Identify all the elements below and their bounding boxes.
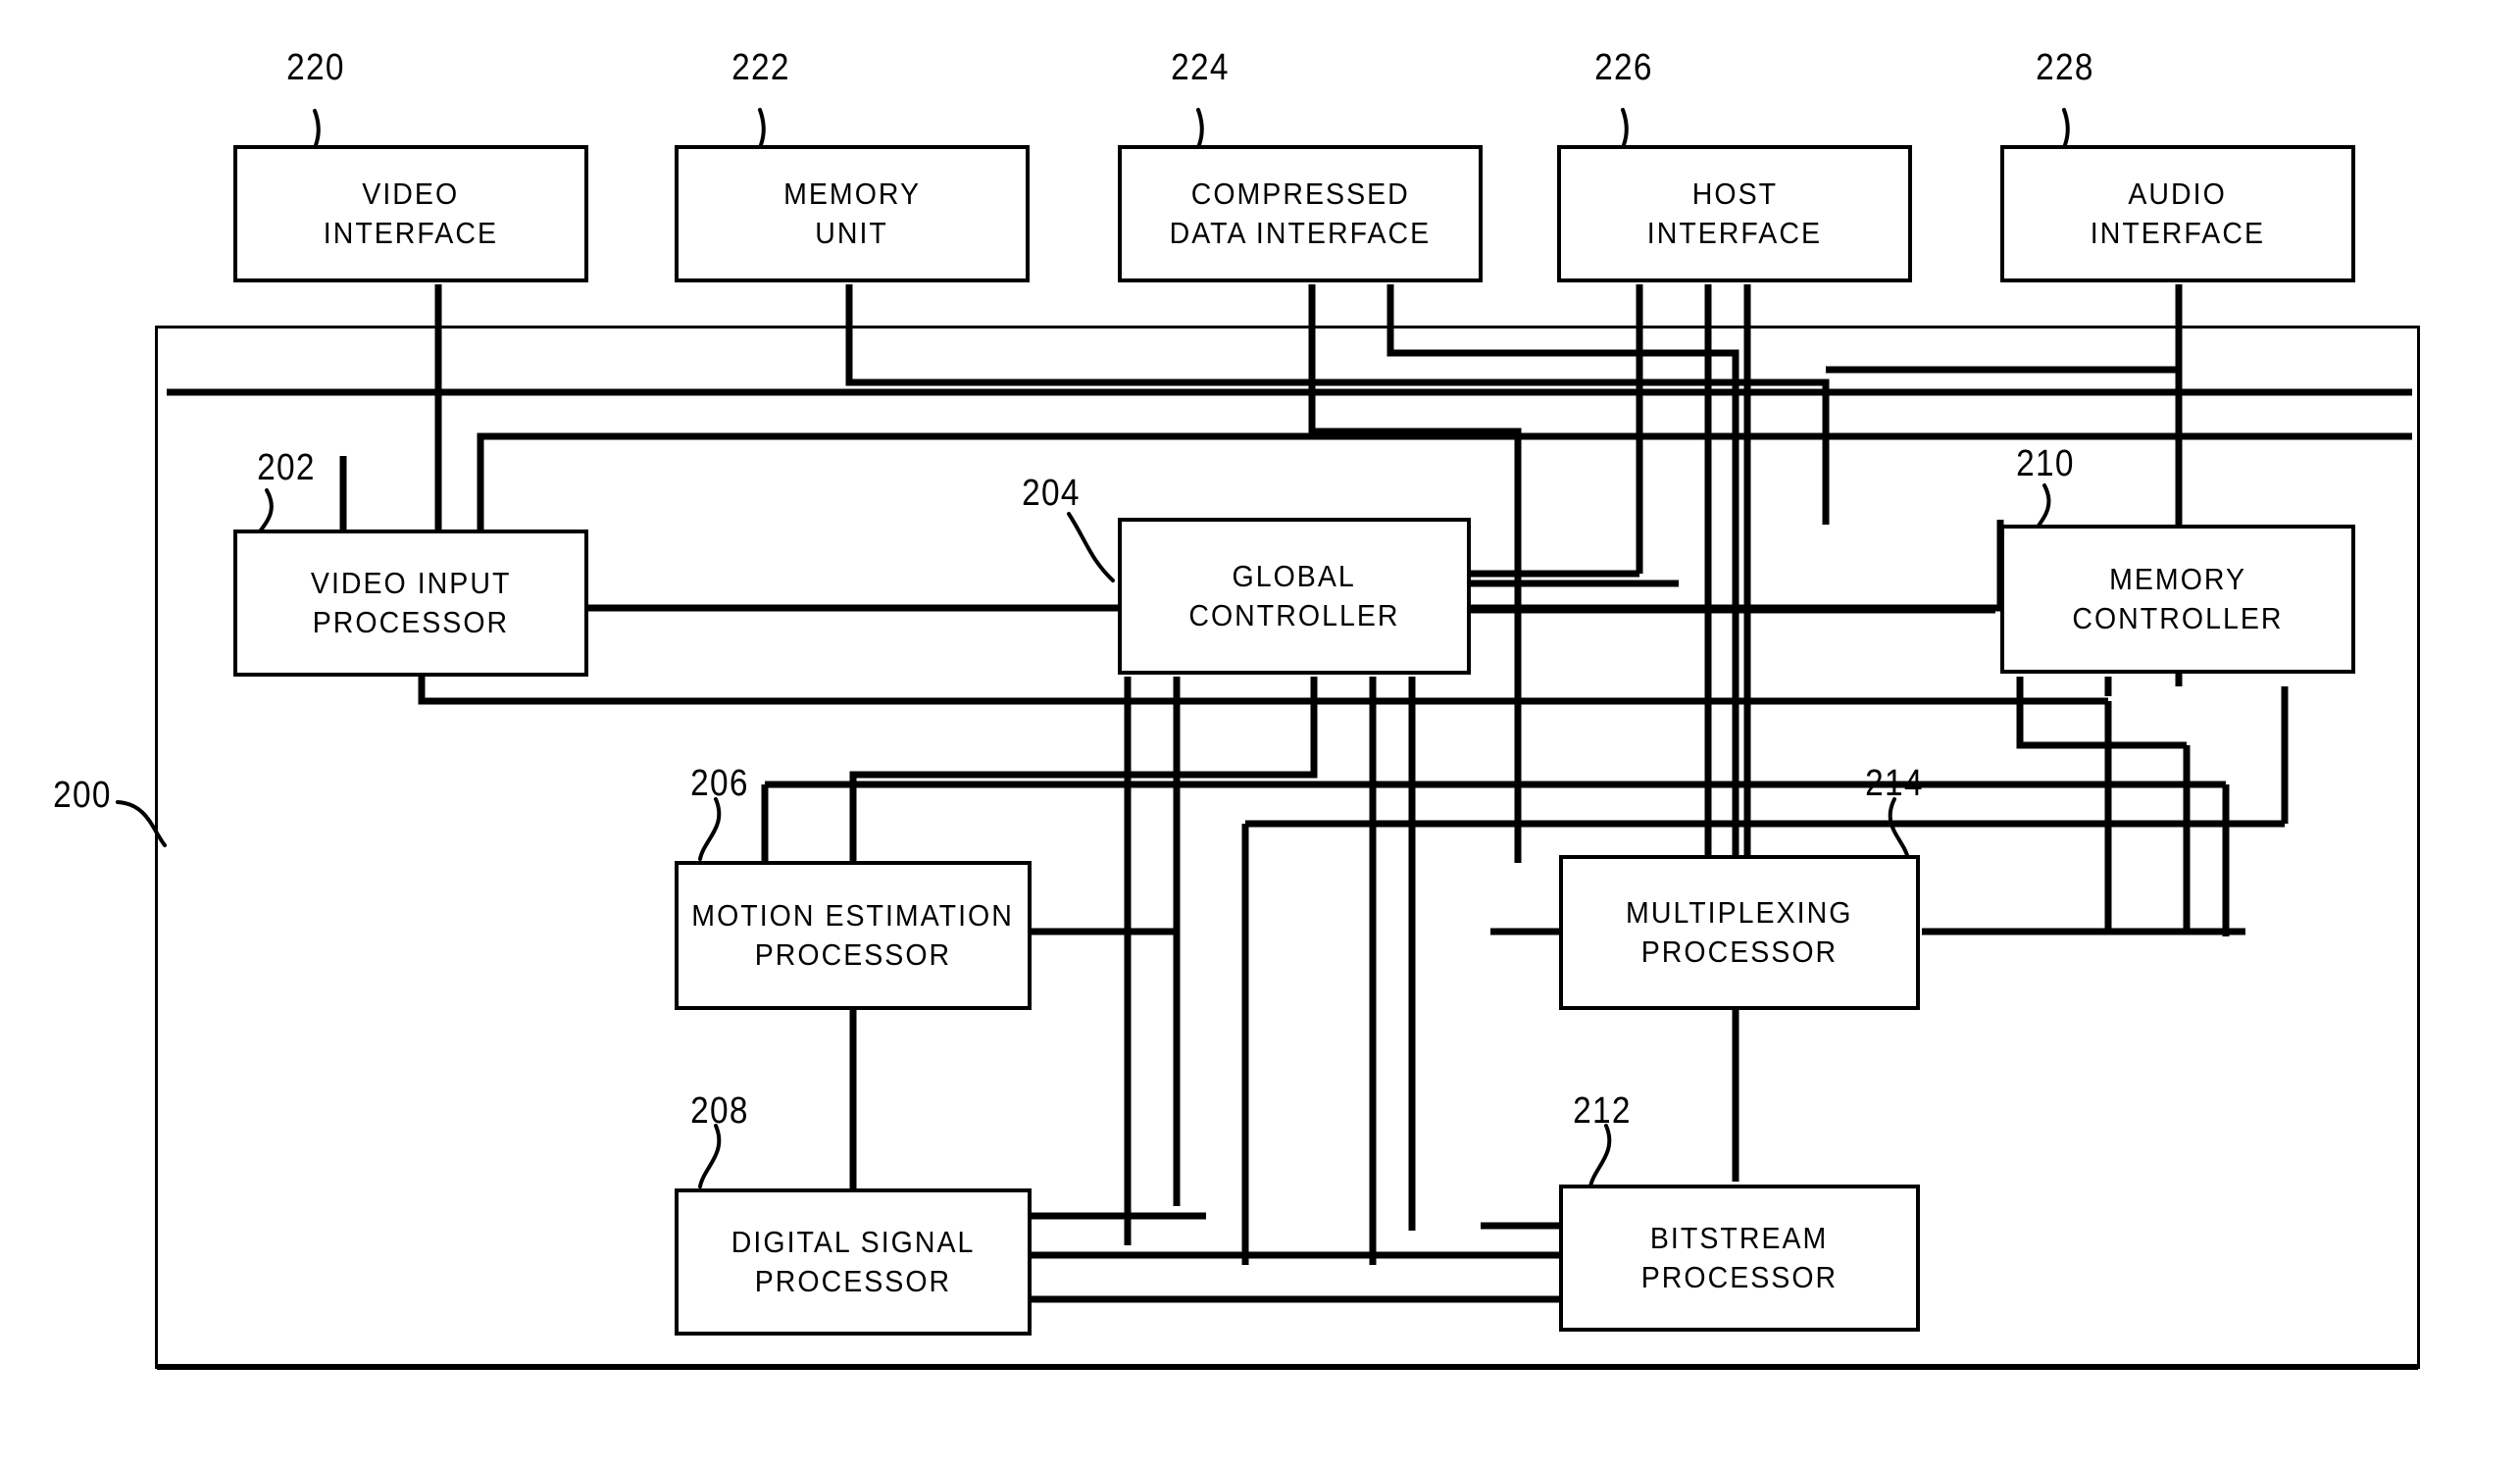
block-label-line1: HOST <box>1691 176 1778 211</box>
ref-208: 208 <box>690 1090 749 1132</box>
block-audio-interface[interactable]: AUDIO INTERFACE <box>2000 145 2355 282</box>
ref-224: 224 <box>1171 47 1230 88</box>
block-multiplexing-processor[interactable]: MULTIPLEXING PROCESSOR <box>1559 855 1920 1010</box>
block-label-line2: PROCESSOR <box>754 1264 952 1298</box>
block-label-line1: AUDIO <box>2128 176 2228 211</box>
block-label-line1: MEMORY <box>783 176 921 211</box>
block-host-interface[interactable]: HOST INTERFACE <box>1557 145 1912 282</box>
block-label-line1: VIDEO <box>362 176 460 211</box>
block-memory-unit[interactable]: MEMORY UNIT <box>675 145 1030 282</box>
block-compressed-data-interface[interactable]: COMPRESSED DATA INTERFACE <box>1118 145 1483 282</box>
ref-220: 220 <box>286 47 345 88</box>
block-label-line2: CONTROLLER <box>2072 601 2284 635</box>
block-label-line2: PROCESSOR <box>1640 934 1839 969</box>
ref-202: 202 <box>257 447 316 488</box>
ref-204: 204 <box>1022 473 1081 514</box>
ref-200-system: 200 <box>53 775 112 816</box>
block-label-line1: COMPRESSED <box>1190 176 1410 211</box>
block-digital-signal-processor[interactable]: DIGITAL SIGNAL PROCESSOR <box>675 1188 1032 1336</box>
block-label-line1: VIDEO INPUT <box>310 565 512 600</box>
ref-210: 210 <box>2016 443 2075 484</box>
block-video-interface[interactable]: VIDEO INTERFACE <box>233 145 588 282</box>
block-motion-estimation-processor[interactable]: MOTION ESTIMATION PROCESSOR <box>675 861 1032 1010</box>
block-label-line2: UNIT <box>815 216 889 250</box>
block-video-input-processor[interactable]: VIDEO INPUT PROCESSOR <box>233 530 588 677</box>
block-label-line2: INTERFACE <box>1646 216 1823 250</box>
block-label-line2: INTERFACE <box>2090 216 2266 250</box>
ref-228: 228 <box>2036 47 2094 88</box>
block-label-line1: BITSTREAM <box>1650 1220 1829 1255</box>
block-label-line1: MEMORY <box>2109 561 2246 596</box>
figure-canvas: VIDEO INTERFACE 220 MEMORY UNIT 222 COMP… <box>0 0 2520 1464</box>
block-label-line1: MULTIPLEXING <box>1626 894 1853 930</box>
block-label-line1: DIGITAL SIGNAL <box>731 1224 976 1259</box>
ref-222: 222 <box>731 47 790 88</box>
chip-boundary-200 <box>155 326 2420 1369</box>
block-global-controller[interactable]: GLOBAL CONTROLLER <box>1118 518 1471 675</box>
block-label-line2: INTERFACE <box>323 216 499 250</box>
block-label-line2: CONTROLLER <box>1188 598 1400 632</box>
block-label-line1: GLOBAL <box>1232 558 1357 593</box>
block-label-line1: MOTION ESTIMATION <box>691 897 1015 933</box>
block-label-line2: PROCESSOR <box>754 937 952 972</box>
ref-226: 226 <box>1594 47 1653 88</box>
ref-206: 206 <box>690 763 749 804</box>
block-label-line2: PROCESSOR <box>1640 1260 1839 1294</box>
block-memory-controller[interactable]: MEMORY CONTROLLER <box>2000 525 2355 674</box>
ref-212: 212 <box>1573 1090 1632 1132</box>
block-label-line2: PROCESSOR <box>312 605 510 639</box>
block-label-line2: DATA INTERFACE <box>1169 216 1432 250</box>
block-bitstream-processor[interactable]: BITSTREAM PROCESSOR <box>1559 1185 1920 1332</box>
ref-214: 214 <box>1865 763 1924 804</box>
